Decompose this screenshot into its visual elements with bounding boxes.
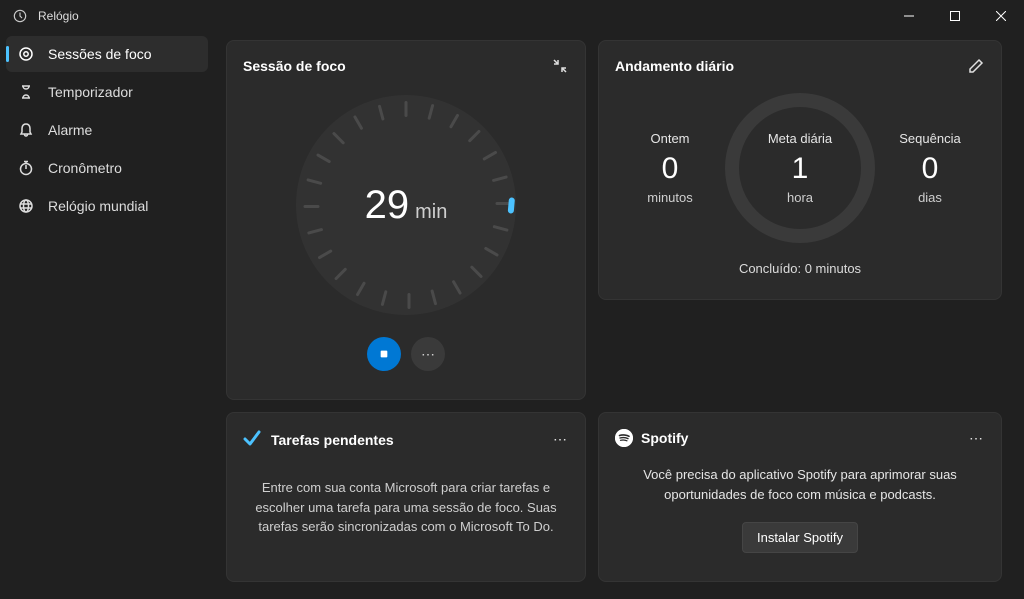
edit-icon[interactable]	[967, 57, 985, 75]
spotify-title: Spotify	[641, 430, 688, 446]
yesterday-label: Ontem	[615, 131, 725, 146]
focus-icon	[18, 46, 34, 62]
sidebar-item-stopwatch[interactable]: Cronômetro	[6, 150, 208, 186]
collapse-icon[interactable]	[551, 57, 569, 75]
bell-icon	[18, 122, 34, 138]
more-options-button[interactable]: ⋯	[411, 337, 445, 371]
sidebar-item-focus-sessions[interactable]: Sessões de foco	[6, 36, 208, 72]
globe-icon	[18, 198, 34, 214]
tasks-more-button[interactable]: ⋯	[551, 431, 569, 449]
streak-label: Sequência	[875, 131, 985, 146]
tasks-body-text: Entre com sua conta Microsoft para criar…	[243, 450, 569, 565]
daily-goal-ring: Meta diária 1 hora	[725, 93, 875, 243]
streak-stat: Sequência 0 dias	[875, 131, 985, 205]
close-button[interactable]	[978, 0, 1024, 32]
sidebar-item-label: Cronômetro	[48, 160, 122, 176]
yesterday-value: 0	[615, 152, 725, 186]
spotify-icon	[615, 429, 633, 447]
spotify-card: Spotify ⋯ Você precisa do aplicativo Spo…	[598, 412, 1002, 582]
completed-text: Concluído: 0 minutos	[615, 261, 985, 276]
stopwatch-icon	[18, 160, 34, 176]
maximize-button[interactable]	[932, 0, 978, 32]
daily-progress-title: Andamento diário	[615, 58, 734, 74]
daily-progress-card: Andamento diário Ontem 0 minutos Meta di…	[598, 40, 1002, 300]
sidebar-item-alarm[interactable]: Alarme	[6, 112, 208, 148]
sidebar-item-label: Alarme	[48, 122, 92, 138]
sidebar-item-world-clock[interactable]: Relógio mundial	[6, 188, 208, 224]
spotify-body-text: Você precisa do aplicativo Spotify para …	[615, 447, 985, 508]
sidebar: Sessões de foco Temporizador Alarme Cron…	[0, 32, 214, 599]
todo-icon	[243, 429, 261, 450]
window-controls	[886, 0, 1024, 32]
minimize-button[interactable]	[886, 0, 932, 32]
focus-dial[interactable]: 29 min	[243, 75, 569, 335]
window-title: Relógio	[38, 9, 79, 23]
sidebar-item-label: Temporizador	[48, 84, 133, 100]
sidebar-item-label: Sessões de foco	[48, 46, 152, 62]
stop-button[interactable]	[367, 337, 401, 371]
focus-minutes-unit: min	[415, 201, 447, 224]
clock-app-icon	[12, 8, 28, 24]
focus-session-title: Sessão de foco	[243, 58, 346, 74]
title-bar: Relógio	[0, 0, 1024, 32]
spotify-more-button[interactable]: ⋯	[967, 429, 985, 447]
yesterday-unit: minutos	[615, 190, 725, 205]
sidebar-item-label: Relógio mundial	[48, 198, 148, 214]
more-icon: ⋯	[421, 346, 435, 363]
focus-minutes-value: 29	[365, 183, 410, 228]
focus-session-card: Sessão de foco 29 min	[226, 40, 586, 400]
tasks-title: Tarefas pendentes	[271, 432, 394, 448]
hourglass-icon	[18, 84, 34, 100]
streak-unit: dias	[875, 190, 985, 205]
streak-value: 0	[875, 152, 985, 186]
sidebar-item-timer[interactable]: Temporizador	[6, 74, 208, 110]
install-spotify-button[interactable]: Instalar Spotify	[742, 522, 858, 553]
tasks-card: Tarefas pendentes ⋯ Entre com sua conta …	[226, 412, 586, 582]
yesterday-stat: Ontem 0 minutos	[615, 131, 725, 205]
